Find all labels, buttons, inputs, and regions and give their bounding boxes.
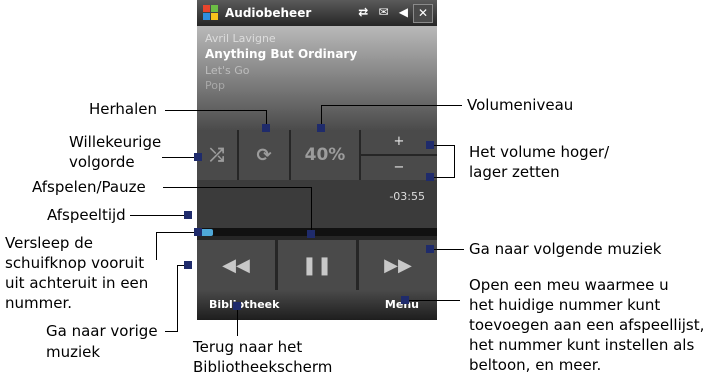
fast-forward-icon: ▶▶ <box>384 254 412 276</box>
repeat-icon: ⟳ <box>256 144 272 166</box>
close-button[interactable]: ✕ <box>413 4 433 23</box>
control-bar: ⤮ ⟳ 40% + − <box>197 130 437 180</box>
volume-level: 40% <box>291 130 359 180</box>
marker-slider <box>194 228 202 236</box>
annotation-drag-1: Versleep de <box>5 234 93 252</box>
annotation-shuffle-2: volgorde <box>69 153 135 171</box>
app-title: Audiobeheer <box>225 6 312 20</box>
leader-volume-level <box>321 105 462 106</box>
album: Let's Go <box>205 64 250 77</box>
shuffle-button[interactable]: ⤮ <box>197 130 237 180</box>
track-info: Avril Lavigne Anything But Ordinary Let'… <box>197 26 437 130</box>
annotation-vol-1: Het volume hoger/ <box>469 143 610 161</box>
annotation-volume-level: Volumeniveau <box>467 96 574 114</box>
leader-vol-v <box>454 145 455 178</box>
artist: Avril Lavigne <box>205 32 276 45</box>
play-pause-button[interactable]: ❚❚ <box>278 240 356 290</box>
marker-menu <box>401 296 409 304</box>
annotation-prev-2: muziek <box>46 343 101 361</box>
annotation-back-1: Terug naar het <box>193 338 303 356</box>
transport-bar: ◀◀ ❚❚ ▶▶ <box>197 236 437 290</box>
repeat-button[interactable]: ⟳ <box>239 130 289 180</box>
annotation-drag-2: schuifknop vooruit <box>5 254 145 272</box>
annotation-play-time: Afspeeltijd <box>47 206 126 224</box>
leader-next <box>430 249 464 250</box>
song-title: Anything But Ordinary <box>205 47 358 61</box>
shuffle-icon: ⤮ <box>209 144 225 166</box>
windows-logo-icon[interactable] <box>203 5 219 21</box>
leader-play-time <box>130 215 188 216</box>
leader-shuffle <box>162 157 198 158</box>
annotation-menu-1: Open een meu waarmee u <box>469 276 669 294</box>
marker-prev <box>184 261 192 269</box>
rewind-icon: ◀◀ <box>222 254 250 276</box>
marker-repeat <box>262 124 270 132</box>
leader-prev-h2 <box>165 331 178 332</box>
annotation-back-2: Bibliotheekscherm <box>193 358 333 376</box>
marker-library <box>233 302 241 310</box>
status-icons[interactable]: ⇄ ✉ ◀ <box>358 5 411 19</box>
marker-vol-down <box>426 173 434 181</box>
annotation-menu-3: toevoegen aan een afspeellijst, <box>469 316 705 334</box>
library-softkey[interactable]: Bibliotheek <box>209 298 279 311</box>
leader-play-pause <box>163 187 311 188</box>
device-screen: Audiobeheer ⇄ ✉ ◀ ✕ Avril Lavigne Anythi… <box>197 0 437 320</box>
annotation-repeat: Herhalen <box>89 100 158 118</box>
leader-menu <box>405 300 460 301</box>
marker-play-time <box>184 211 192 219</box>
annotation-drag-3: uit achteruit in een <box>5 274 149 292</box>
remaining-time: -03:55 <box>389 190 425 203</box>
annotation-shuffle-1: Willekeurige <box>69 133 162 151</box>
marker-next <box>426 245 434 253</box>
annotation-menu-2: het huidige nummer kunt <box>469 296 661 314</box>
marker-volume-level <box>317 124 325 132</box>
annotation-prev-1: Ga naar vorige <box>46 322 158 340</box>
marker-play-pause <box>307 230 315 238</box>
marker-shuffle <box>194 153 202 161</box>
pause-icon: ❚❚ <box>301 254 333 276</box>
annotation-play-pause: Afspelen/Pauze <box>32 178 146 196</box>
leader-back <box>237 306 238 336</box>
annotation-menu-4: het nummer kunt instellen als <box>469 336 695 354</box>
leader-drag-v <box>156 232 157 260</box>
previous-button[interactable]: ◀◀ <box>197 240 275 290</box>
annotation-drag-4: nummer. <box>5 294 73 312</box>
annotation-menu-5: beltoon, en meer. <box>469 356 602 374</box>
leader-repeat <box>165 110 266 111</box>
leader-prev-v <box>177 265 178 331</box>
genre: Pop <box>205 79 225 92</box>
title-bar: Audiobeheer ⇄ ✉ ◀ ✕ <box>197 0 437 26</box>
marker-vol-up <box>426 141 434 149</box>
annotation-vol-2: lager zetten <box>469 163 560 181</box>
annotation-next: Ga naar volgende muziek <box>469 240 662 258</box>
progress-track[interactable] <box>197 228 437 236</box>
